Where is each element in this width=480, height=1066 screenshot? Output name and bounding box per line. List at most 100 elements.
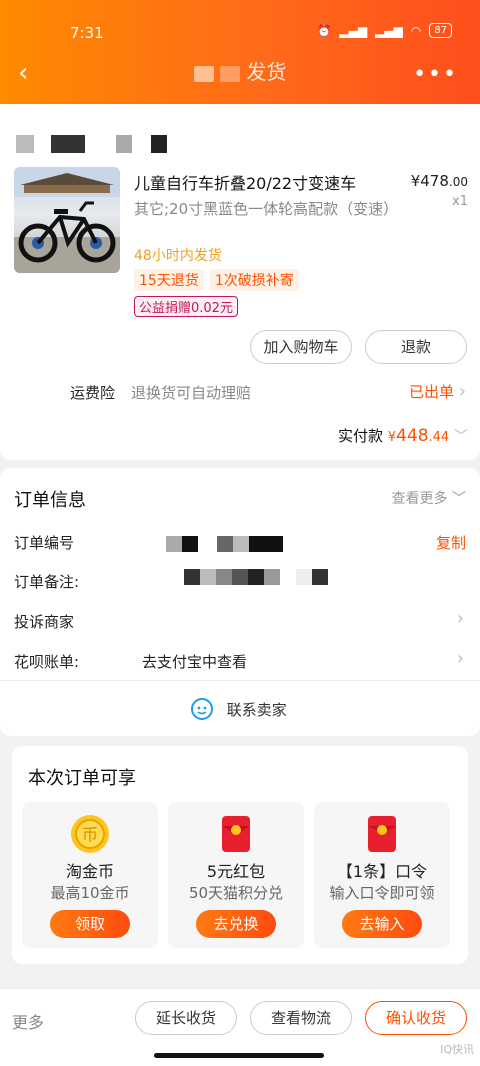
bicycle-icon	[14, 167, 120, 273]
masked-text	[184, 568, 200, 585]
price-integer: 478	[420, 172, 449, 190]
watermark: IQ快讯	[440, 1043, 474, 1056]
currency-symbol: ¥	[387, 430, 397, 445]
benefit-gold-coin[interactable]: 币 淘金币 最高10金币 领取	[22, 802, 158, 948]
benefit-password[interactable]: 【1条】口令 输入口令即可领 去输入	[314, 802, 450, 948]
exchange-button[interactable]: 去兑换	[196, 910, 276, 938]
masked-text	[296, 568, 312, 585]
masked-text	[193, 65, 214, 82]
signal-icon: ▂▄▆	[375, 23, 403, 38]
view-logistics-button[interactable]: 查看物流	[250, 1001, 352, 1035]
huabei-label: 花呗账单:	[14, 653, 80, 671]
chevron-right-icon[interactable]: ›	[457, 648, 464, 669]
masked-text	[151, 134, 168, 153]
product-title[interactable]: 儿童自行车折叠20/22寸变速车	[134, 170, 356, 194]
masked-text	[200, 568, 216, 585]
svg-text:币: 币	[82, 825, 98, 844]
benefit-desc: 最高10金币	[50, 884, 130, 902]
paid-label: 实付款	[338, 427, 384, 445]
masked-text	[216, 568, 232, 585]
masked-text	[233, 535, 250, 552]
masked-text	[220, 65, 240, 82]
complain-merchant[interactable]: 投诉商家	[14, 611, 74, 632]
insurance-label: 运费险	[70, 384, 116, 402]
masked-text	[16, 134, 34, 153]
charity-label: 公益捐赠0.02元	[134, 296, 238, 317]
shipping-promise: 48小时内发货	[134, 248, 222, 264]
charity-badge: 公益捐赠0.02元	[134, 296, 238, 317]
alarm-icon: ⏰	[316, 23, 332, 38]
chat-icon	[191, 698, 213, 720]
status-bar: 7:31 ⏰ ▂▄▆ ▂▄▆ ◠ 87	[0, 18, 480, 48]
red-packet-icon	[222, 816, 250, 852]
chevron-down-icon: ﹀	[454, 429, 468, 445]
benefit-desc: 输入口令即可领	[329, 884, 435, 902]
masked-text	[166, 535, 182, 552]
see-more-link[interactable]: 查看更多 ﹀	[392, 488, 466, 508]
chevron-down-icon: ﹀	[452, 491, 466, 507]
order-info-title: 订单信息	[14, 490, 86, 511]
contact-seller-text: 联系卖家	[226, 700, 287, 719]
masked-text	[248, 568, 264, 585]
paid-decimal: .44	[428, 430, 450, 445]
input-button[interactable]: 去输入	[342, 910, 422, 938]
nav-bar: ‹ 发货 •••	[0, 52, 480, 96]
copy-button[interactable]: 复制	[436, 532, 466, 553]
masked-text	[182, 535, 198, 552]
red-packet-icon	[368, 816, 396, 852]
benefit-desc: 50天猫积分兑	[188, 884, 284, 902]
chevron-right-icon[interactable]: ›	[457, 608, 464, 629]
paid-integer: 448	[396, 426, 429, 446]
gold-coin-icon: 币	[71, 815, 109, 853]
tag-damage: 1次破损补寄	[209, 269, 299, 291]
masked-text	[51, 134, 86, 153]
insurance-status[interactable]: 已出单 ›	[409, 381, 466, 402]
masked-text	[249, 535, 284, 552]
masked-text	[116, 134, 133, 153]
status-icons: ⏰ ▂▄▆ ▂▄▆ ◠ 87	[316, 23, 452, 38]
masked-text	[232, 568, 248, 585]
masked-text	[217, 535, 234, 552]
product-image[interactable]	[14, 167, 120, 273]
extend-receipt-button[interactable]: 延长收货	[135, 1001, 237, 1035]
tag-return: 15天退货	[134, 269, 204, 291]
home-indicator[interactable]	[154, 1053, 324, 1058]
benefit-name: 淘金币	[65, 862, 114, 881]
wifi-icon: ◠	[410, 23, 422, 38]
claim-button[interactable]: 领取	[50, 910, 130, 938]
more-icon[interactable]: •••	[413, 62, 458, 87]
service-tags: 15天退货 1次破损补寄	[134, 269, 305, 291]
price-decimal: .00	[448, 175, 468, 189]
insurance-desc: 退换货可自动理赔	[131, 384, 252, 402]
shop-name[interactable]	[16, 133, 168, 153]
insurance-status-text: 已出单	[409, 383, 455, 401]
benefit-name: 【1条】口令	[336, 862, 428, 881]
huabei-value[interactable]: 去支付宝中查看	[142, 651, 247, 672]
see-more-text: 查看更多	[391, 491, 448, 507]
page-title-text: 发货	[246, 60, 287, 84]
currency-symbol: ¥	[410, 172, 421, 190]
refund-button[interactable]: 退款	[365, 330, 467, 364]
header: 7:31 ⏰ ▂▄▆ ▂▄▆ ◠ 87 ‹ 发货 •••	[0, 0, 480, 104]
order-number-label: 订单编号	[14, 534, 75, 552]
product-qty: x1	[452, 194, 468, 209]
paid-amount[interactable]: 实付款 ¥448.44 ﹀	[338, 425, 468, 446]
chevron-right-icon: ›	[458, 381, 466, 402]
divider	[0, 680, 480, 681]
clock: 7:31	[70, 24, 104, 42]
product-price: ¥478.00	[411, 172, 468, 190]
page-title: 发货	[0, 56, 480, 85]
product-spec: 其它;20寸黑蓝色一体轮高配款（变速）	[134, 200, 399, 218]
contact-seller-button[interactable]: 联系卖家	[190, 697, 287, 721]
confirm-receipt-button[interactable]: 确认收货	[365, 1001, 467, 1035]
add-cart-button[interactable]: 加入购物车	[250, 330, 352, 364]
benefits-title: 本次订单可享	[28, 768, 136, 789]
order-number-masked	[166, 533, 284, 552]
order-remark-masked	[184, 566, 328, 585]
masked-text	[312, 568, 328, 585]
benefit-name: 5元红包	[206, 862, 266, 881]
battery-icon: 87	[429, 23, 452, 38]
benefit-red-packet[interactable]: 5元红包 50天猫积分兑 去兑换	[168, 802, 304, 948]
more-button[interactable]: 更多	[12, 1009, 44, 1033]
masked-text	[264, 568, 280, 585]
